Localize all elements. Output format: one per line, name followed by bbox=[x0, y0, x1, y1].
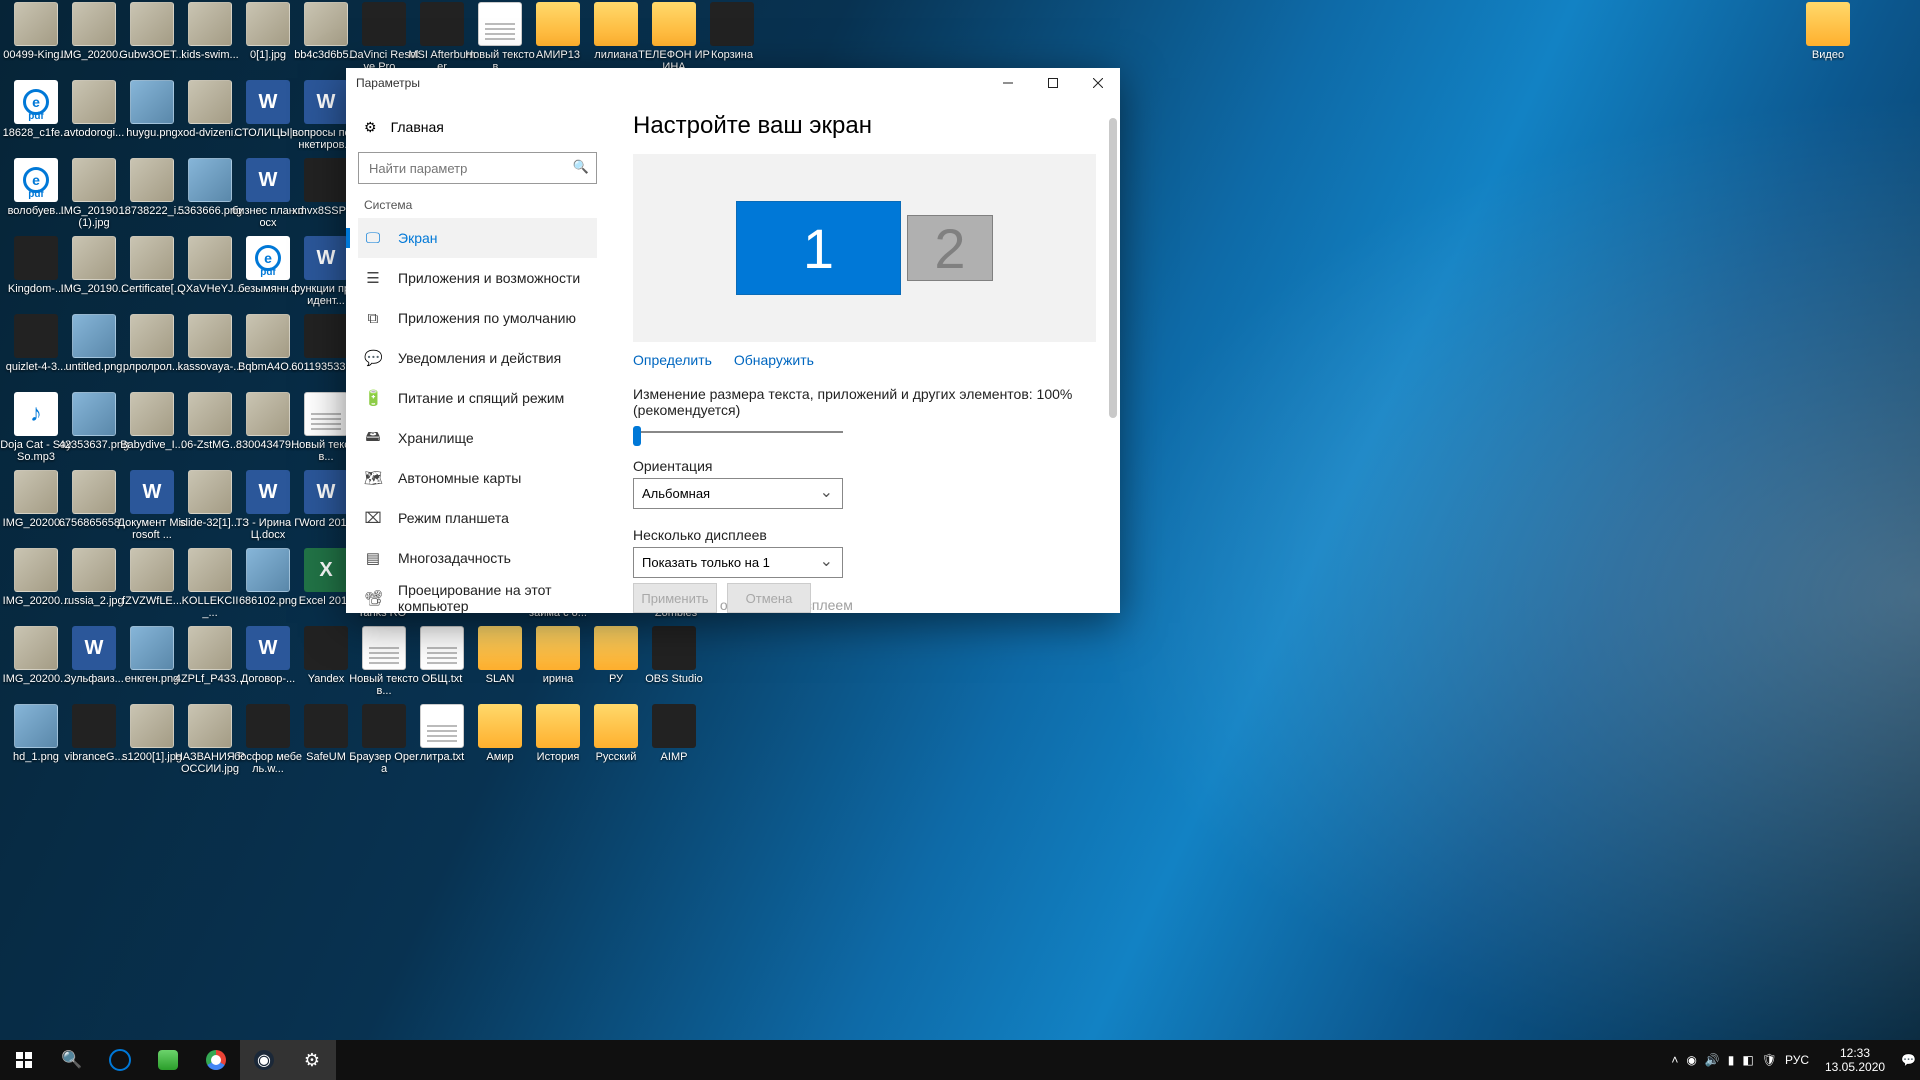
nav-item[interactable]: ▤Многозадачность bbox=[358, 538, 597, 578]
settings-search: 🔍 bbox=[358, 152, 597, 184]
monitor-2[interactable]: 2 bbox=[907, 215, 993, 281]
nav-icon: ☰ bbox=[364, 269, 382, 287]
search-input[interactable] bbox=[358, 152, 597, 184]
taskbar-steam[interactable]: ◉ bbox=[240, 1040, 288, 1080]
apply-button: Применить bbox=[633, 583, 717, 613]
minimize-button[interactable] bbox=[985, 68, 1030, 98]
tray-steam-icon[interactable]: ◉ bbox=[1686, 1053, 1696, 1067]
nav-item[interactable]: 📽Проецирование на этот компьютер bbox=[358, 578, 597, 613]
detect-link[interactable]: Обнаружить bbox=[734, 352, 814, 368]
taskbar: 🔍 ◉ ⚙ ˄ ◉ 🔊 ▮ ◧ 🛡 РУС 12:33 13.05.2020 💬 bbox=[0, 1040, 1920, 1080]
system-tray: ˄ ◉ 🔊 ▮ ◧ 🛡 РУС 12:33 13.05.2020 💬 bbox=[1671, 1040, 1920, 1080]
tray-notifications-icon[interactable]: 💬 bbox=[1901, 1053, 1916, 1067]
cancel-button: Отмена bbox=[727, 583, 811, 613]
close-button[interactable] bbox=[1075, 68, 1120, 98]
taskbar-edge[interactable] bbox=[96, 1040, 144, 1080]
orientation-label: Ориентация bbox=[633, 458, 1096, 474]
tray-defender-icon[interactable]: 🛡 bbox=[1762, 1053, 1777, 1067]
tray-armoury-icon[interactable]: ◧ bbox=[1742, 1053, 1753, 1067]
desktop-icon[interactable]: Видео bbox=[1792, 2, 1864, 61]
monitor-1[interactable]: 1 bbox=[736, 201, 901, 295]
taskbar-settings[interactable]: ⚙ bbox=[288, 1040, 336, 1080]
nav-category: Система bbox=[364, 198, 597, 212]
nav-icon: 🔋 bbox=[364, 389, 382, 407]
nav-item[interactable]: 💬Уведомления и действия bbox=[358, 338, 597, 378]
multi-display-label: Несколько дисплеев bbox=[633, 527, 1096, 543]
orientation-select[interactable]: Альбомная bbox=[633, 478, 843, 509]
scrollbar-thumb[interactable] bbox=[1109, 118, 1117, 418]
display-arrangement[interactable]: 1 2 bbox=[633, 154, 1096, 342]
search-icon: 🔍 bbox=[61, 1050, 82, 1070]
settings-content: Настройте ваш экран 1 2 Определить Обнар… bbox=[609, 98, 1120, 613]
nav-item[interactable]: ⧉Приложения по умолчанию bbox=[358, 298, 597, 338]
taskbar-chrome[interactable] bbox=[192, 1040, 240, 1080]
desktop-icon[interactable]: AIMP bbox=[638, 704, 710, 763]
gear-icon: ⚙ bbox=[304, 1050, 320, 1071]
nav-item[interactable]: 🗺Автономные карты bbox=[358, 458, 597, 498]
page-title: Настройте ваш экран bbox=[633, 112, 1096, 140]
nav-icon: ⧉ bbox=[364, 310, 382, 327]
taskbar-clock[interactable]: 12:33 13.05.2020 bbox=[1817, 1046, 1893, 1074]
tray-chevron-icon[interactable]: ˄ bbox=[1671, 1053, 1678, 1067]
slider-thumb[interactable] bbox=[633, 426, 641, 446]
nav-item[interactable]: 🖵Экран bbox=[358, 218, 597, 258]
search-button[interactable]: 🔍 bbox=[48, 1040, 96, 1080]
nav-item[interactable]: 🔋Питание и спящий режим bbox=[358, 378, 597, 418]
scrollbar[interactable] bbox=[1106, 98, 1120, 613]
nav-icon: ⌧ bbox=[364, 509, 382, 527]
nav-home-label: Главная bbox=[391, 119, 444, 135]
nav-item[interactable]: ⌧Режим планшета bbox=[358, 498, 597, 538]
gear-icon: ⚙ bbox=[364, 119, 377, 136]
nav-icon: 📽 bbox=[364, 589, 382, 607]
tray-volume-icon[interactable]: 🔊 bbox=[1705, 1053, 1720, 1067]
desktop-icon[interactable]: Корзина bbox=[696, 2, 768, 61]
window-title: Параметры bbox=[356, 76, 420, 90]
nav-item[interactable]: ☰Приложения и возможности bbox=[358, 258, 597, 298]
nav-icon: 💬 bbox=[364, 349, 382, 367]
titlebar[interactable]: Параметры bbox=[346, 68, 1120, 98]
nav-item[interactable]: 🖴Хранилище bbox=[358, 418, 597, 458]
tray-network-icon[interactable]: ▮ bbox=[1728, 1053, 1735, 1067]
scaling-label: Изменение размера текста, приложений и д… bbox=[633, 386, 1096, 418]
scaling-slider[interactable] bbox=[633, 422, 843, 442]
identify-link[interactable]: Определить bbox=[633, 352, 712, 368]
nav-home[interactable]: ⚙ Главная bbox=[358, 108, 597, 146]
nav-icon: 🖵 bbox=[364, 230, 382, 247]
search-icon: 🔍 bbox=[573, 159, 589, 175]
nav-icon: 🗺 bbox=[364, 469, 382, 487]
tray-language[interactable]: РУС bbox=[1785, 1053, 1809, 1067]
nav-icon: ▤ bbox=[364, 549, 382, 567]
start-button[interactable] bbox=[0, 1040, 48, 1080]
settings-nav: ⚙ Главная 🔍 Система 🖵Экран☰Приложения и … bbox=[346, 98, 609, 613]
multi-display-select[interactable]: Показать только на 1 bbox=[633, 547, 843, 578]
settings-window: Параметры ⚙ Главная 🔍 Система 🖵Экра bbox=[346, 68, 1120, 613]
nav-icon: 🖴 bbox=[364, 426, 382, 451]
desktop-icon[interactable]: OBS Studio bbox=[638, 626, 710, 685]
maximize-button[interactable] bbox=[1030, 68, 1075, 98]
taskbar-bluestacks[interactable] bbox=[144, 1040, 192, 1080]
